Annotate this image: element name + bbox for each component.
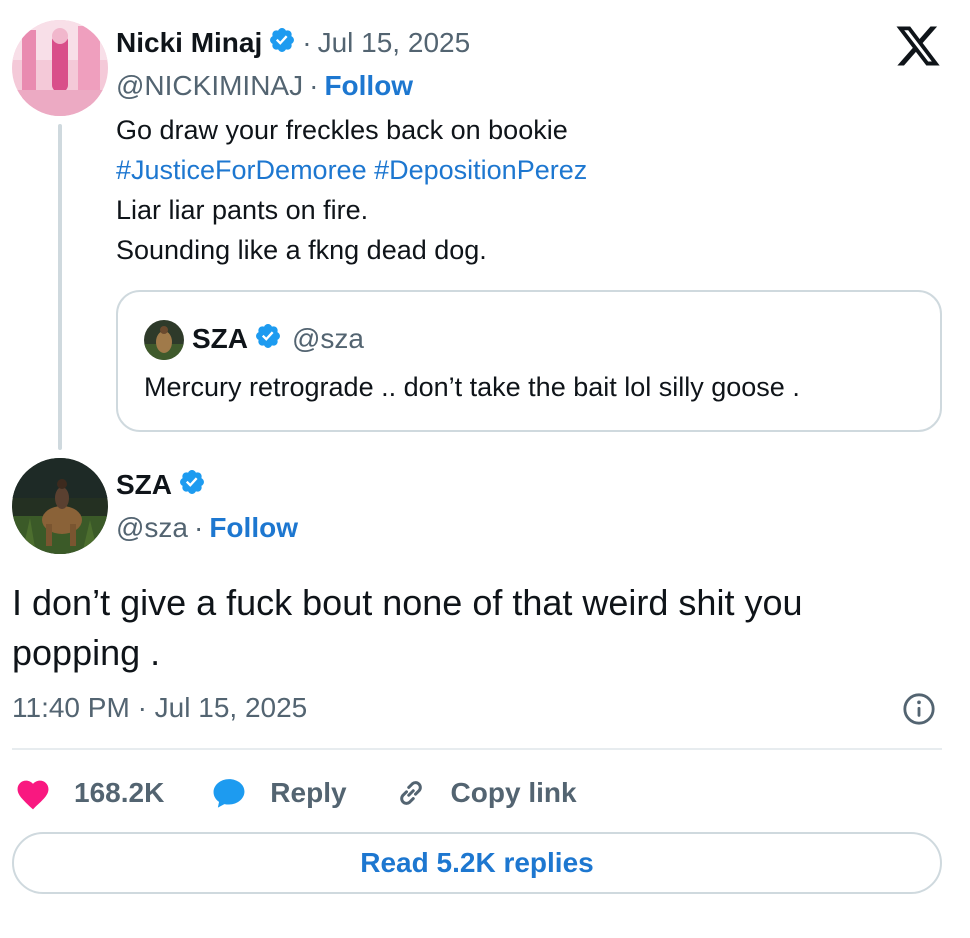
verified-badge-icon <box>268 26 296 59</box>
info-icon[interactable] <box>902 692 936 726</box>
main-author-row: SZA <box>116 468 206 501</box>
copy-link-label: Copy link <box>450 777 577 808</box>
tweet-text-line: Sounding like a fkng dead dog. <box>116 235 487 265</box>
reply-label: Reply <box>270 777 347 808</box>
tweet-text-line: Go draw your freckles back on bookie <box>116 115 568 145</box>
separator-dot: · <box>309 70 319 101</box>
quoted-author-row: SZA @sza <box>192 322 364 355</box>
reply-button[interactable]: Reply <box>210 776 347 810</box>
embedded-tweet-card: Nicki Minaj · Jul 15, 2025 @NICKIMINAJ ·… <box>0 0 970 938</box>
action-bar: 168.2K Reply Copy link <box>14 768 623 818</box>
parent-handle-row: @NICKIMINAJ · Follow <box>116 70 413 102</box>
avatar-sza-small <box>144 320 184 360</box>
quoted-author-handle: @sza <box>292 322 364 354</box>
author-name[interactable]: Nicki Minaj <box>116 27 262 59</box>
quoted-author-name: SZA <box>192 322 248 354</box>
copy-link-button[interactable]: Copy link <box>393 775 577 811</box>
tweet-text-line: Liar liar pants on fire. <box>116 195 369 225</box>
hashtag-link[interactable]: #JusticeForDemoree <box>116 155 367 185</box>
main-tweet-text: I don’t give a fuck bout none of that we… <box>12 582 803 673</box>
parent-author-row: Nicki Minaj · Jul 15, 2025 <box>116 26 470 59</box>
divider <box>12 748 942 750</box>
tweet-time: 11:40 PM <box>12 692 130 723</box>
separator-dot: · <box>194 512 204 543</box>
verified-badge-icon <box>254 322 282 355</box>
read-replies-button[interactable]: Read 5.2K replies <box>12 832 942 894</box>
author-name[interactable]: SZA <box>116 469 172 501</box>
follow-button[interactable]: Follow <box>209 512 298 544</box>
tweet-date: Jul 15, 2025 <box>154 692 308 723</box>
avatar-nicki-minaj[interactable] <box>12 20 108 116</box>
thread-connector-line <box>58 124 62 450</box>
parent-tweet-text: Go draw your freckles back on bookie #Ju… <box>116 110 876 270</box>
quoted-tweet[interactable]: SZA @sza Mercury retrograde .. don’t tak… <box>116 290 942 432</box>
link-icon <box>399 781 422 805</box>
verified-badge-icon <box>178 468 206 501</box>
hashtag-line: #JusticeForDemoree #DepositionPerez <box>116 150 876 190</box>
follow-button[interactable]: Follow <box>324 70 413 102</box>
separator-dot: · <box>302 26 312 58</box>
avatar-sza[interactable] <box>12 458 108 554</box>
hashtag-link[interactable]: #DepositionPerez <box>374 155 587 185</box>
like-count: 168.2K <box>74 777 165 808</box>
tweet-date[interactable]: Jul 15, 2025 <box>318 27 471 59</box>
x-logo-icon[interactable] <box>893 22 943 70</box>
speech-bubble-icon <box>213 779 245 808</box>
author-handle[interactable]: @NICKIMINAJ <box>116 70 303 102</box>
like-button[interactable]: 168.2K <box>14 776 164 810</box>
heart-icon <box>17 780 49 810</box>
quoted-tweet-text: Mercury retrograde .. don’t take the bai… <box>144 372 800 402</box>
tweet-timestamp[interactable]: 11:40 PM · Jul 15, 2025 <box>12 692 307 724</box>
author-handle[interactable]: @sza <box>116 512 188 544</box>
separator-dot: · <box>137 692 155 723</box>
main-handle-row: @sza · Follow <box>116 512 298 544</box>
